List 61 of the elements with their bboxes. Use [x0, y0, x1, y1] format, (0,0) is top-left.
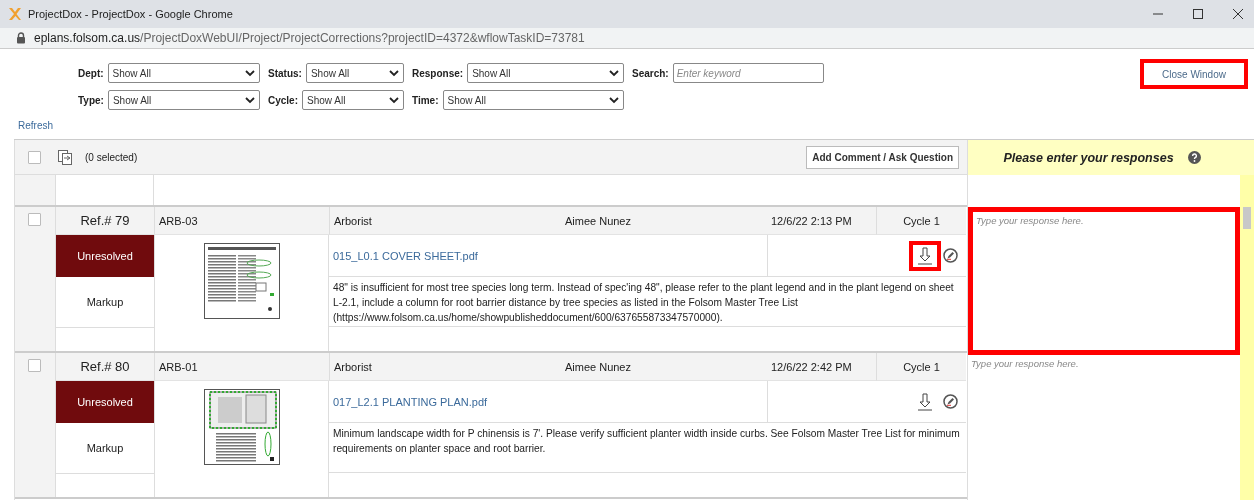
discipline-text: Arborist: [334, 360, 372, 373]
document-thumbnail[interactable]: [203, 243, 280, 319]
caret-icon[interactable]: [389, 96, 399, 104]
app-logo-icon: [8, 7, 22, 21]
response-field[interactable]: Type your response here.: [968, 207, 1240, 355]
filter-label: Type:: [78, 94, 104, 106]
reference-number: Ref.# 79: [80, 213, 130, 228]
maximize-icon[interactable]: [1192, 8, 1204, 20]
filter-label: Cycle:: [268, 94, 298, 106]
edit-icon[interactable]: [943, 394, 958, 409]
filter-label: Time:: [412, 94, 439, 106]
date-text: 12/6/22 2:13 PM: [771, 214, 852, 227]
reviewer-name: Aimee Nunez: [564, 360, 631, 373]
help-icon[interactable]: [1187, 151, 1201, 164]
close-icon[interactable]: [1232, 8, 1244, 20]
close-window-button[interactable]: Close Window: [1140, 59, 1248, 89]
comment-code: ARB-03: [159, 214, 198, 227]
caret-icon[interactable]: [389, 69, 399, 77]
caret-icon[interactable]: [609, 69, 619, 77]
document-thumbnail[interactable]: [203, 389, 280, 465]
refresh-link[interactable]: Refresh: [18, 120, 1254, 131]
caret-icon[interactable]: [609, 96, 619, 104]
caret-icon[interactable]: [245, 96, 255, 104]
cycle-text: Cycle 1: [903, 360, 940, 373]
filter-label: Search:: [632, 67, 669, 79]
lock-icon: [16, 32, 26, 44]
status-label: Unresolved: [56, 235, 154, 277]
caret-icon[interactable]: [245, 69, 255, 77]
selection-count: (0 selected): [85, 151, 138, 163]
filter-label: Response:: [412, 67, 464, 79]
file-link[interactable]: 017_L2.1 PLANTING PLAN.pdf: [333, 395, 488, 408]
filter-dropdown[interactable]: Show All: [305, 63, 404, 83]
add-comment-button[interactable]: Add Comment / Ask Question: [806, 145, 959, 169]
reviewer-name: Aimee Nunez: [564, 214, 631, 227]
scrollbar[interactable]: [1240, 175, 1254, 500]
comment-text: Minimum landscape width for P chinensis is 7'. Please verify sufficient planter width inside curbs. See Folsom Master Tree List for minimum requirements on planter space and root barrier.: [333, 427, 961, 456]
search-field[interactable]: Enter keyword: [672, 63, 824, 83]
reference-number: Ref.# 80: [80, 359, 130, 374]
comment-code: ARB-01: [159, 360, 198, 373]
filter-label: Dept:: [78, 67, 104, 79]
date-text: 12/6/22 2:42 PM: [771, 360, 852, 373]
edit-icon[interactable]: [943, 248, 958, 263]
comment-text: 48" is insufficient for most tree species long term. Instead of spec'ing 48", please refer to the plant legend and in the plant legend on sheet L-2.1, include a column for root barrier distance by tree species as listed in the Folsom Master Tree List (https://www.folsom.ca.us/home/showpublisheddocument/600/637655873347570000).: [333, 281, 955, 325]
filter-dropdown[interactable]: Show All: [107, 90, 260, 110]
cycle-text: Cycle 1: [903, 214, 940, 227]
export-icon[interactable]: [57, 149, 73, 165]
filter-dropdown[interactable]: Show All: [302, 90, 404, 110]
status-label: Unresolved: [56, 381, 154, 423]
markup-type: Markup: [86, 442, 124, 454]
filter-dropdown[interactable]: Show All: [467, 63, 624, 83]
row-checkbox[interactable]: [28, 213, 41, 226]
row-checkbox[interactable]: [28, 359, 41, 372]
response-panel-title: Please enter your responses: [1003, 150, 1174, 165]
markup-type: Markup: [86, 296, 124, 308]
filter-label: Status:: [268, 67, 302, 79]
filter-dropdown[interactable]: Show All: [442, 90, 624, 110]
file-link[interactable]: 015_L0.1 COVER SHEET.pdf: [333, 249, 478, 262]
window-title: ProjectDox - ProjectDox - Google Chrome: [28, 8, 233, 20]
select-all-checkbox[interactable]: [28, 150, 41, 164]
filter-dropdown[interactable]: Show All: [107, 63, 260, 83]
discipline-text: Arborist: [334, 214, 372, 227]
